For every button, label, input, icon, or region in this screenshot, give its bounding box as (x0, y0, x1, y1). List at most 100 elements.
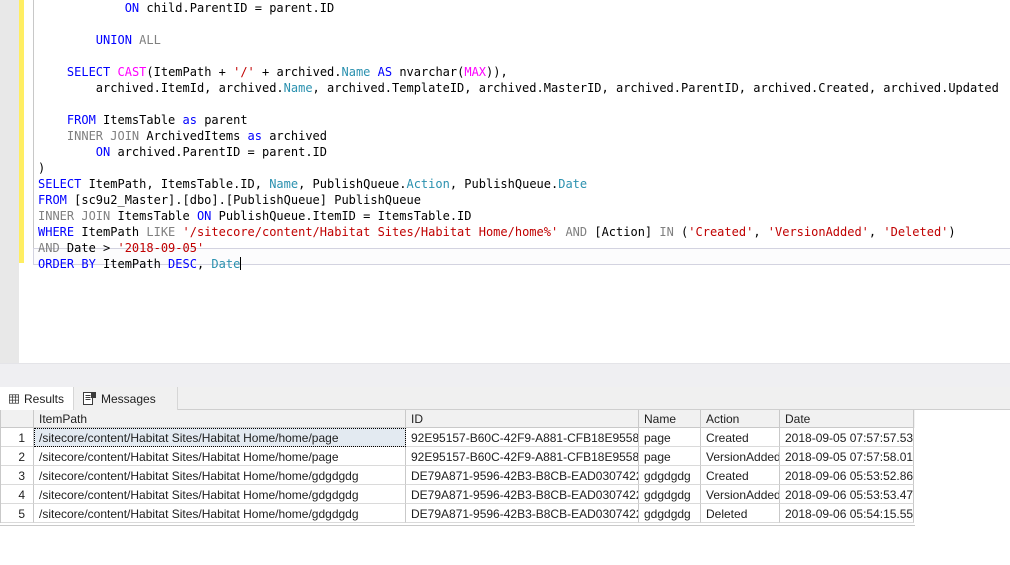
code-token: LIKE (146, 225, 176, 239)
row-number[interactable]: 3 (1, 466, 34, 485)
cell-id[interactable]: 92E95157-B60C-42F9-A881-CFB18E95589D (406, 447, 639, 466)
code-token: '/sitecore/content/Habitat Sites/Habitat… (182, 225, 559, 239)
cell-action[interactable]: Created (701, 428, 780, 447)
row-number[interactable]: 1 (1, 428, 34, 447)
cell-date[interactable]: 2018-09-06 05:53:53.473 (780, 485, 914, 504)
code-token: )), (486, 65, 508, 79)
cell-name[interactable]: page (639, 428, 701, 447)
column-header-id[interactable]: ID (406, 410, 639, 428)
tab-results-label: Results (23, 391, 64, 406)
editor-gutter (0, 0, 19, 363)
cell-name[interactable]: page (639, 447, 701, 466)
code-token: SELECT (38, 177, 82, 191)
sql-code-text[interactable]: ON child.ParentID = parent.ID UNION ALL … (38, 0, 1010, 272)
column-header-name[interactable]: Name (639, 410, 701, 428)
code-token: '/' (233, 65, 255, 79)
column-header-action[interactable]: Action (701, 410, 780, 428)
cell-itempath[interactable]: /sitecore/content/Habitat Sites/Habitat … (34, 466, 406, 485)
column-header-date[interactable]: Date (780, 410, 914, 428)
change-tracking-margin (19, 0, 24, 263)
code-line: UNION ALL (38, 32, 1010, 48)
cell-id[interactable]: DE79A871-9596-42B3-B8CB-EAD0307422B8 (406, 466, 639, 485)
code-line: SELECT CAST(ItemPath + '/' + archived.Na… (38, 64, 1010, 80)
table-row[interactable]: 4/sitecore/content/Habitat Sites/Habitat… (1, 485, 915, 504)
code-token: ON (196, 209, 212, 223)
grid-corner-header[interactable] (1, 410, 34, 428)
table-row[interactable]: 1/sitecore/content/Habitat Sites/Habitat… (1, 428, 915, 447)
code-token: Date (558, 177, 588, 191)
code-token: IN (659, 225, 674, 239)
cell-itempath[interactable]: /sitecore/content/Habitat Sites/Habitat … (34, 428, 406, 447)
code-token: AS (377, 65, 393, 79)
code-line: FROM [sc9u2_Master].[dbo].[PublishQueue]… (38, 192, 1010, 208)
cell-itempath[interactable]: /sitecore/content/Habitat Sites/Habitat … (34, 504, 406, 523)
cell-name[interactable]: gdgdgdg (639, 504, 701, 523)
cell-itempath[interactable]: /sitecore/content/Habitat Sites/Habitat … (34, 447, 406, 466)
results-tabs-bar: Results Messages (0, 387, 1010, 410)
row-number[interactable]: 2 (1, 447, 34, 466)
column-header-itempath[interactable]: ItemPath (34, 410, 406, 428)
cell-action[interactable]: Deleted (701, 504, 780, 523)
code-token: ON (95, 145, 111, 159)
cell-date[interactable]: 2018-09-05 07:57:58.013 (780, 447, 914, 466)
code-token: DESC (168, 257, 197, 271)
code-token: ItemsTable (95, 113, 183, 127)
code-token: , archived.TemplateID, archived.MasterID… (312, 81, 999, 95)
tab-results[interactable]: Results (0, 387, 73, 410)
cell-action[interactable]: VersionAdded (701, 447, 780, 466)
code-token: parent (196, 113, 248, 127)
row-number[interactable]: 5 (1, 504, 34, 523)
code-token: FROM (38, 193, 67, 207)
cell-id[interactable]: DE79A871-9596-42B3-B8CB-EAD0307422B8 (406, 485, 639, 504)
table-row[interactable]: 2/sitecore/content/Habitat Sites/Habitat… (1, 447, 915, 466)
cell-date[interactable]: 2018-09-05 07:57:57.537 (780, 428, 914, 447)
outlining-fold-line[interactable] (33, 0, 34, 264)
cell-date[interactable]: 2018-09-06 05:54:15.553 (780, 504, 914, 523)
cell-date[interactable]: 2018-09-06 05:53:52.863 (780, 466, 914, 485)
code-line: AND Date > '2018-09-05' (38, 240, 1010, 256)
code-token: INNER JOIN (66, 129, 140, 143)
tab-messages[interactable]: Messages (73, 387, 178, 410)
tab-messages-label: Messages (101, 391, 156, 406)
results-grid-bottom-edge (0, 525, 915, 526)
code-line: INNER JOIN ArchivedItems as archived (38, 128, 1010, 144)
code-token: archived (261, 129, 328, 143)
cell-action[interactable]: Created (701, 466, 780, 485)
code-token: UNION (95, 33, 132, 47)
results-grid[interactable]: ItemPath ID Name Action Date 1/sitecore/conte… (0, 410, 915, 523)
code-token: Date (211, 257, 241, 271)
code-token: , PublishQueue. (449, 177, 559, 191)
row-number[interactable]: 4 (1, 485, 34, 504)
grid-icon (9, 393, 19, 404)
cell-name[interactable]: gdgdgdg (639, 485, 701, 504)
code-token: ( (673, 225, 689, 239)
text-caret (240, 257, 242, 270)
cell-itempath[interactable]: /sitecore/content/Habitat Sites/Habitat … (34, 485, 406, 504)
code-token: nvarchar( (392, 65, 465, 79)
code-token: MAX (464, 65, 487, 79)
code-line: WHERE ItemPath LIKE '/sitecore/content/H… (38, 224, 1010, 240)
sql-editor-pane[interactable]: ON child.ParentID = parent.ID UNION ALL … (0, 0, 1010, 363)
table-row[interactable]: 5/sitecore/content/Habitat Sites/Habitat… (1, 504, 915, 523)
code-line: SELECT ItemPath, ItemsTable.ID, Name, Pu… (38, 176, 1010, 192)
code-token: ) (948, 225, 956, 239)
code-token: Name (269, 177, 299, 191)
code-token: as (247, 129, 262, 143)
code-token: , PublishQueue. (298, 177, 407, 191)
cell-name[interactable]: gdgdgdg (639, 466, 701, 485)
cell-id[interactable]: DE79A871-9596-42B3-B8CB-EAD0307422B8 (406, 504, 639, 523)
code-line: ) (38, 160, 1010, 176)
cell-id[interactable]: 92E95157-B60C-42F9-A881-CFB18E95589D (406, 428, 639, 447)
table-row[interactable]: 3/sitecore/content/Habitat Sites/Habitat… (1, 466, 915, 485)
cell-action[interactable]: VersionAdded (701, 485, 780, 504)
code-line: INNER JOIN ItemsTable ON PublishQueue.It… (38, 208, 1010, 224)
code-token: archived.ParentID = parent.ID (110, 145, 327, 159)
